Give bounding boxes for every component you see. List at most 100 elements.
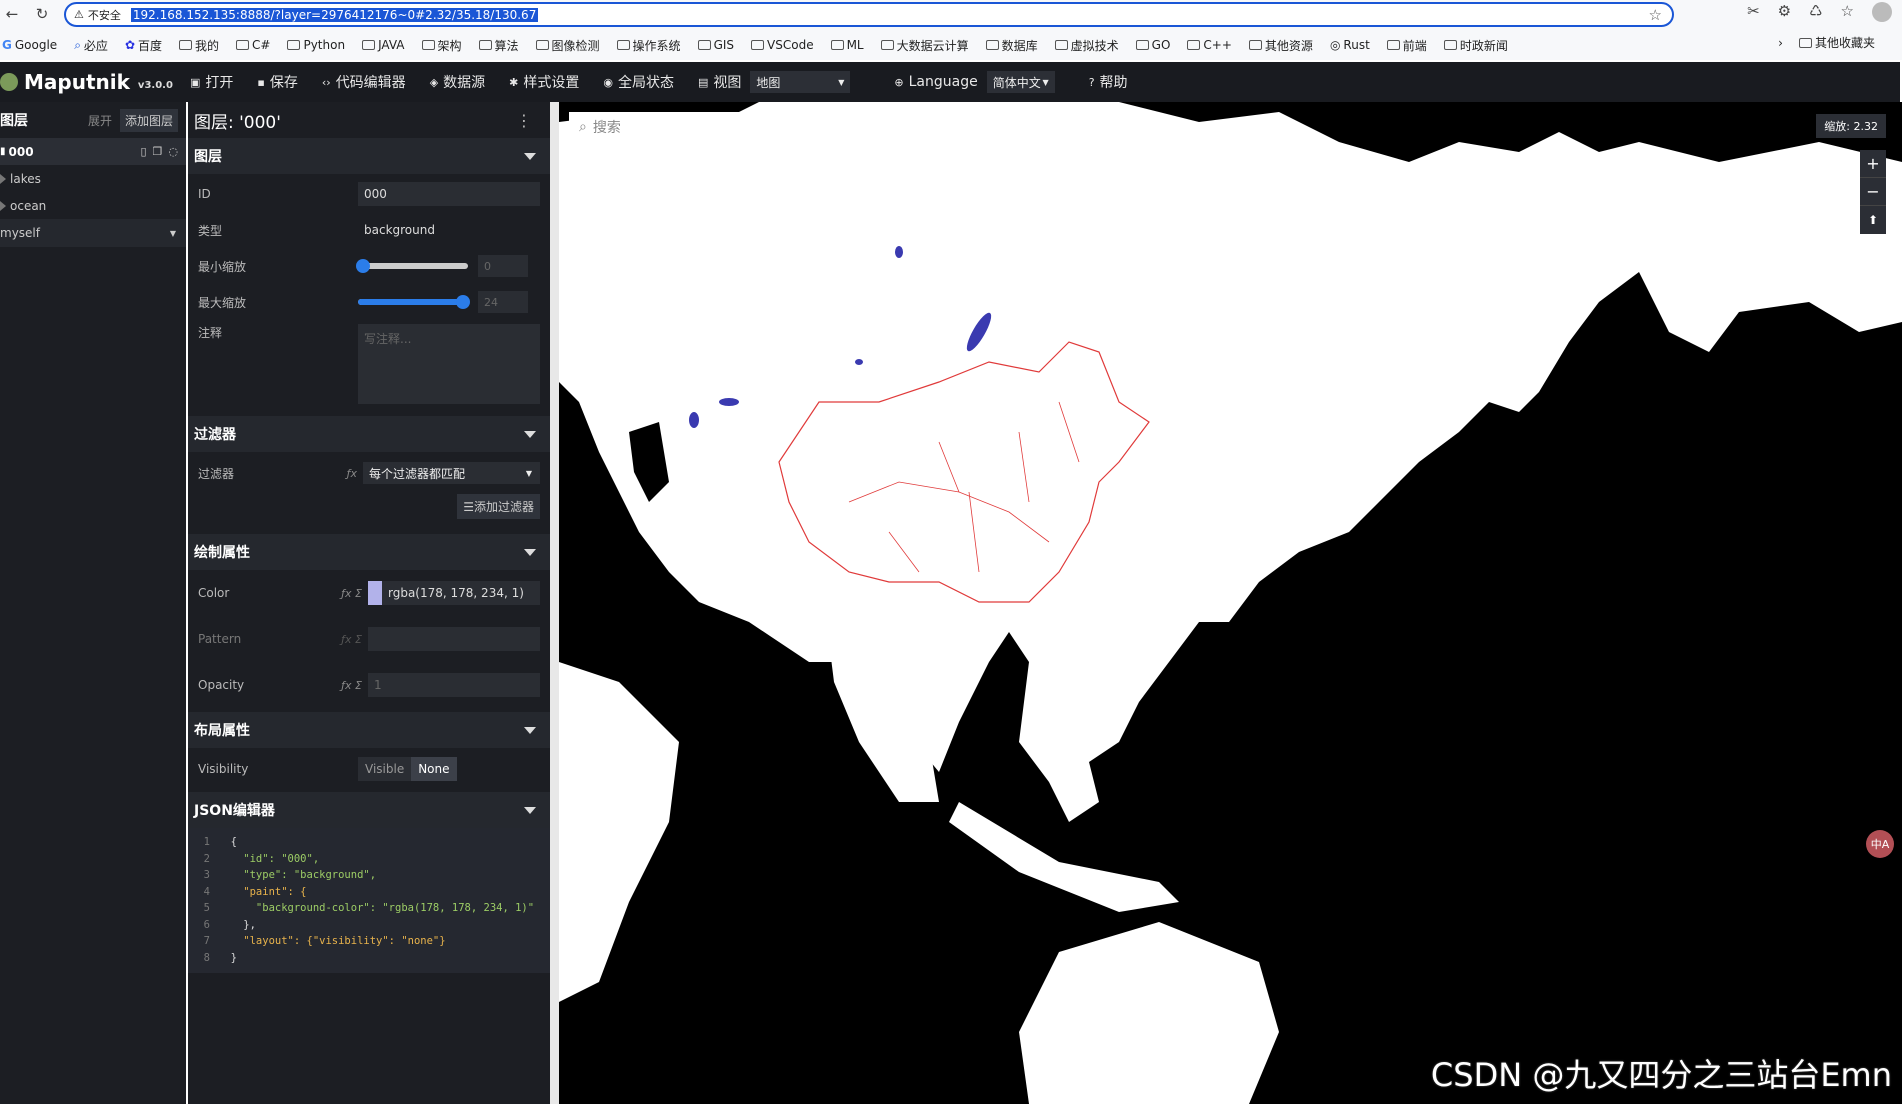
bookmark-item[interactable]: GO bbox=[1135, 38, 1170, 52]
more-options-icon[interactable]: ⋮ bbox=[516, 111, 532, 130]
color-swatch[interactable] bbox=[368, 581, 382, 605]
collapse-icon bbox=[524, 726, 536, 734]
bookmark-item[interactable]: C# bbox=[236, 38, 270, 52]
compass-button[interactable]: ⬆ bbox=[1860, 206, 1886, 234]
minzoom-slider[interactable] bbox=[356, 259, 468, 273]
bookmark-item[interactable]: Python bbox=[287, 38, 345, 52]
chevron-right-icon[interactable]: › bbox=[1778, 36, 1783, 50]
section-paint-header[interactable]: 绘制属性 bbox=[188, 534, 550, 570]
comment-textarea[interactable]: 写注释... bbox=[358, 324, 540, 404]
bookmark-item[interactable]: 算法 bbox=[478, 37, 519, 54]
function-icon[interactable]: ƒx Σ bbox=[328, 679, 362, 692]
baidu-icon: ✿ bbox=[124, 38, 135, 52]
language-select[interactable]: 简体中文 ▼ bbox=[986, 71, 1055, 93]
bookmark-item[interactable]: C++ bbox=[1187, 38, 1232, 52]
language-control: ⊕ Language 简体中文 ▼ bbox=[894, 71, 1055, 93]
section-layout-header[interactable]: 布局属性 bbox=[188, 712, 550, 748]
bookmarks-right: › 其他收藏夹 bbox=[1778, 34, 1892, 51]
section-layer-header[interactable]: 图层 bbox=[188, 138, 550, 174]
favorites-icon[interactable]: ☆ bbox=[1841, 2, 1854, 22]
bookmark-item[interactable]: 大数据云计算 bbox=[880, 37, 969, 54]
bookmark-item[interactable]: VSCode bbox=[751, 38, 814, 52]
layer-group-myself[interactable]: myself ▼ bbox=[0, 219, 186, 247]
expand-button[interactable]: 展开 bbox=[88, 112, 112, 129]
app-logo[interactable]: Maputnik v3.0.0 bbox=[0, 70, 190, 94]
bookmark-item[interactable]: JAVA bbox=[362, 38, 405, 52]
puzzle-icon[interactable]: ⚙ bbox=[1778, 2, 1791, 22]
bookmark-item[interactable]: G Google bbox=[2, 38, 57, 52]
layer-item-ocean[interactable]: ocean bbox=[0, 192, 186, 219]
bookmark-item[interactable]: 其他资源 bbox=[1248, 37, 1313, 54]
globe-icon: ◉ bbox=[603, 75, 613, 89]
url-text[interactable]: 192.168.152.135:8888/?layer=2976412176~0… bbox=[130, 7, 539, 22]
layer-item-lakes[interactable]: lakes bbox=[0, 165, 186, 192]
view-select[interactable]: 地图 ▼ bbox=[750, 71, 851, 93]
type-row: 类型 background bbox=[188, 212, 550, 248]
bookmark-item[interactable]: 操作系统 bbox=[616, 37, 681, 54]
code-line: 2 "id": "000", bbox=[203, 852, 320, 865]
function-icon[interactable]: ƒx Σ bbox=[328, 633, 362, 646]
minzoom-input[interactable]: 0 bbox=[478, 255, 528, 277]
bookmark-item[interactable]: GIS bbox=[697, 38, 734, 52]
section-json-header[interactable]: JSON编辑器 bbox=[188, 792, 550, 828]
layer-type-icon bbox=[0, 173, 6, 184]
zoom-out-button[interactable]: − bbox=[1860, 178, 1886, 206]
function-icon[interactable]: ƒx bbox=[323, 467, 357, 480]
pattern-input[interactable] bbox=[368, 627, 540, 651]
json-editor[interactable]: 1 { 2 "id": "000", 3 "type": "background… bbox=[188, 828, 550, 973]
bookmark-item[interactable]: ◎ Rust bbox=[1330, 38, 1370, 52]
panel-divider[interactable] bbox=[550, 102, 559, 1104]
color-input[interactable]: rgba(178, 178, 234, 1) bbox=[368, 581, 540, 605]
maxzoom-slider[interactable] bbox=[358, 295, 470, 309]
function-icon[interactable]: ƒx Σ bbox=[328, 587, 362, 600]
visible-button[interactable]: Visible bbox=[358, 757, 412, 781]
bookmark-item[interactable]: ML bbox=[830, 38, 864, 52]
id-label: ID bbox=[198, 187, 211, 201]
back-icon[interactable]: ← bbox=[0, 2, 24, 26]
code-editor-button[interactable]: ‹› 代码编辑器 bbox=[322, 72, 406, 92]
translate-icon[interactable]: 中A bbox=[1866, 830, 1894, 858]
delete-icon[interactable]: ▯ bbox=[140, 145, 146, 158]
bookmark-item[interactable]: ⌕ 必应 bbox=[74, 37, 108, 54]
bookmark-star-icon[interactable]: ☆ bbox=[1649, 6, 1662, 24]
code-icon: ‹› bbox=[321, 75, 331, 89]
open-button[interactable]: ▣ 打开 bbox=[190, 72, 233, 92]
zoom-in-button[interactable]: + bbox=[1860, 150, 1886, 178]
bookmark-item[interactable]: 架构 bbox=[421, 37, 462, 54]
add-filter-button[interactable]: ☰添加过滤器 bbox=[457, 494, 540, 519]
other-bookmarks[interactable]: 其他收藏夹 bbox=[1798, 34, 1875, 51]
save-button[interactable]: ▪ 保存 bbox=[257, 72, 297, 92]
bookmark-item[interactable]: 时政新闻 bbox=[1443, 37, 1508, 54]
layer-item-000[interactable]: ▮ 000 ▯ ❐ ◌ bbox=[0, 138, 186, 165]
map-search-box[interactable]: ⌕ 搜索 bbox=[569, 112, 809, 142]
map-canvas[interactable]: ⌕ 搜索 缩放: 2.32 + − ⬆ 中A CSDN @九又四分之三站台Emn bbox=[559, 102, 1902, 1104]
copy-icon[interactable]: ❐ bbox=[153, 145, 163, 158]
hide-icon[interactable]: ◌ bbox=[168, 145, 178, 158]
add-layer-button[interactable]: 添加图层 bbox=[119, 108, 178, 132]
extension-icon[interactable]: ✂ bbox=[1747, 2, 1760, 22]
bookmark-item[interactable]: 数据库 bbox=[985, 37, 1038, 54]
code-line: 7 "layout": {"visibility": "none"} bbox=[203, 935, 446, 948]
bookmark-item[interactable]: 图像检测 bbox=[535, 37, 600, 54]
global-state-button[interactable]: ◉ 全局状态 bbox=[603, 72, 674, 92]
bookmark-item[interactable]: 前端 bbox=[1386, 37, 1427, 54]
section-filter-header[interactable]: 过滤器 bbox=[188, 416, 550, 452]
split-icon[interactable]: ♺ bbox=[1809, 2, 1822, 22]
filter-select[interactable]: 每个过滤器都匹配 ▼ bbox=[363, 462, 540, 484]
address-bar[interactable]: ⚠ 不安全 192.168.152.135:8888/?layer=297641… bbox=[64, 2, 1674, 27]
bookmark-item[interactable]: ✿ 百度 bbox=[125, 37, 162, 54]
maxzoom-input[interactable]: 24 bbox=[478, 291, 528, 313]
insecure-indicator[interactable]: ⚠ 不安全 bbox=[74, 7, 121, 23]
none-button[interactable]: None bbox=[411, 757, 457, 781]
help-button[interactable]: ? 帮助 bbox=[1089, 72, 1128, 92]
sources-button[interactable]: ◈ 数据源 bbox=[430, 72, 485, 92]
profile-avatar[interactable] bbox=[1872, 2, 1892, 22]
folder-icon bbox=[1386, 40, 1400, 50]
id-input[interactable]: 000 bbox=[358, 182, 540, 206]
opacity-input[interactable]: 1 bbox=[368, 673, 540, 697]
style-settings-button[interactable]: ✱ 样式设置 bbox=[509, 72, 579, 92]
reload-icon[interactable]: ↻ bbox=[30, 2, 54, 26]
bookmark-item[interactable]: 虚拟技术 bbox=[1054, 37, 1119, 54]
app-toolbar: Maputnik v3.0.0 ▣ 打开 ▪ 保存 ‹› 代码编辑器 ◈ 数据源 ✱ 样式… bbox=[0, 62, 1900, 102]
bookmark-item[interactable]: 我的 bbox=[179, 37, 219, 54]
